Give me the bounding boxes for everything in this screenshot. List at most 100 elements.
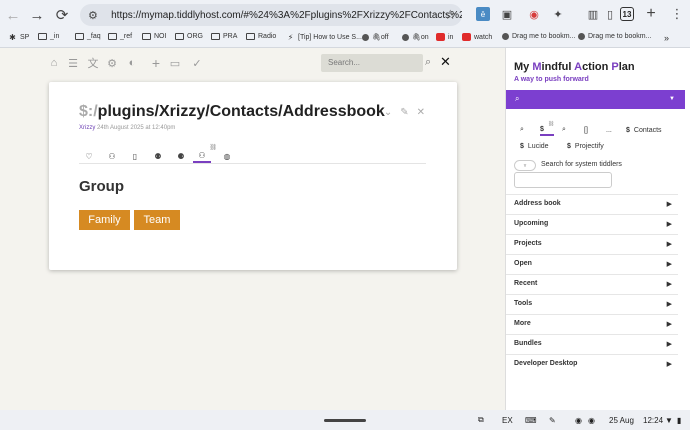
site-title: My Mindful Action Plan bbox=[514, 61, 635, 73]
tab-lucide[interactable]: $ Lucide bbox=[520, 140, 549, 152]
bookmark-folder[interactable]: _faq bbox=[75, 33, 101, 40]
accordion-projects[interactable]: Projects ▶ bbox=[506, 234, 678, 254]
check-circle-icon[interactable]: ✓ bbox=[190, 56, 204, 70]
home-icon[interactable]: ⌂ bbox=[47, 56, 61, 70]
bookmark-item[interactable]: ⚡ [Tip] How to Use S... bbox=[286, 33, 362, 42]
bookmark-item[interactable]: 🖇off bbox=[362, 33, 389, 41]
system-search-label: Search for system tiddlers bbox=[541, 161, 622, 168]
bookmark-folder[interactable]: Radio bbox=[246, 33, 276, 40]
accordion-tools[interactable]: Tools ▶ bbox=[506, 294, 678, 314]
github-icon bbox=[502, 33, 509, 40]
bookmark-item[interactable]: ✱ SP bbox=[8, 33, 29, 42]
back-arrow-icon[interactable]: ← bbox=[1, 3, 25, 27]
bookmark-item[interactable]: Drag me to bookm... bbox=[502, 33, 575, 40]
bookmark-folder[interactable]: _in bbox=[38, 33, 59, 40]
media-icon[interactable]: ◉ bbox=[588, 414, 595, 426]
ex-indicator[interactable]: EX bbox=[502, 414, 513, 426]
bookmark-folder[interactable]: NOI bbox=[142, 33, 166, 40]
tab-count-icon[interactable]: 13 bbox=[620, 7, 634, 21]
new-tiddler-plus-icon[interactable]: + bbox=[149, 55, 163, 71]
date-text[interactable]: 25 Aug bbox=[609, 414, 634, 426]
settings-gear-icon[interactable]: ⚙ bbox=[105, 56, 119, 70]
address-bar[interactable]: ⚙ https://mymap.tiddlyhost.com/#%24%3A%2… bbox=[80, 4, 462, 26]
bookmark-item[interactable]: 🖇on bbox=[402, 33, 429, 41]
tab-advanced-search[interactable]: ⌕ bbox=[562, 124, 566, 136]
accordion-more[interactable]: More ▶ bbox=[506, 314, 678, 334]
picture-in-picture-icon[interactable]: ▣ bbox=[500, 7, 514, 21]
tab-system[interactable]: $ ⛓ bbox=[540, 121, 555, 136]
tab-user-plus[interactable]: ⚈ bbox=[172, 150, 190, 163]
bookmark-item[interactable]: watch bbox=[462, 33, 492, 41]
table-of-contents-icon[interactable]: ☰ bbox=[66, 56, 80, 70]
tab-book[interactable]: ▯ bbox=[126, 150, 144, 163]
accordion-recent[interactable]: Recent ▶ bbox=[506, 274, 678, 294]
language-icon[interactable]: 文 bbox=[86, 56, 100, 70]
extension-red-icon[interactable]: ◉ bbox=[527, 7, 541, 21]
chevron-right-icon: ▶ bbox=[666, 321, 672, 328]
tab-globe[interactable]: ◍ bbox=[218, 150, 236, 163]
bookmark-folder[interactable]: _ref bbox=[108, 33, 132, 40]
dropdown-triangle-icon[interactable]: ▼ bbox=[669, 96, 675, 102]
tab-contacts[interactable]: $ Contacts bbox=[626, 124, 662, 136]
system-search-input[interactable] bbox=[514, 172, 612, 188]
battery-icon[interactable]: ▮ bbox=[677, 414, 681, 426]
accordion-bundles[interactable]: Bundles ▶ bbox=[506, 334, 678, 354]
split-view-icon[interactable]: ▯ bbox=[603, 7, 617, 21]
accordion-address-book[interactable]: Address book ▶ bbox=[506, 194, 678, 214]
time-text[interactable]: 12:24 bbox=[643, 414, 663, 426]
reading-list-icon[interactable]: ▥ bbox=[586, 7, 600, 21]
river-search-input[interactable]: Search... bbox=[321, 54, 423, 72]
stylus-pen-icon[interactable]: ✎ bbox=[549, 414, 556, 426]
new-tab-plus-icon[interactable]: + bbox=[644, 5, 658, 22]
bookmark-folder[interactable]: PRA bbox=[211, 33, 237, 40]
tab-user-edit[interactable]: ⚉ bbox=[149, 150, 167, 163]
window-switch-icon[interactable]: ⧉ bbox=[478, 414, 484, 426]
accordion-open[interactable]: Open ▶ bbox=[506, 254, 678, 274]
sidebar: My Mindful Action Plan A way to push for… bbox=[505, 48, 690, 410]
tag-team-button[interactable]: Team bbox=[134, 210, 180, 230]
site-subtitle: A way to push forward bbox=[514, 76, 589, 83]
tab-groups[interactable]: ⚇ ⛓ bbox=[193, 145, 217, 163]
tab-filter[interactable]: [] bbox=[584, 124, 588, 136]
extensions-puzzle-icon[interactable]: ✦ bbox=[551, 7, 565, 21]
site-info-icon[interactable]: ⚙ bbox=[88, 9, 103, 22]
search-options-toggle[interactable]: ▿ bbox=[514, 160, 536, 171]
link-icon: ⛓ bbox=[547, 121, 555, 127]
tag-family-button[interactable]: Family bbox=[79, 210, 130, 230]
close-all-icon[interactable]: ✕ bbox=[440, 54, 451, 70]
bookmark-star-icon[interactable]: ☆ bbox=[444, 7, 456, 23]
record-icon[interactable]: ◉ bbox=[575, 414, 582, 426]
more-chevron-down-icon[interactable]: ⌄ bbox=[384, 107, 392, 118]
contrast-icon[interactable]: ◐ bbox=[125, 56, 139, 70]
wifi-icon[interactable]: ▼ bbox=[665, 414, 673, 426]
forward-arrow-icon[interactable]: → bbox=[25, 3, 49, 27]
bookmark-folder[interactable]: ORG bbox=[175, 33, 203, 40]
url-text[interactable]: https://mymap.tiddlyhost.com/#%24%3A%2Fp… bbox=[111, 10, 462, 21]
edit-pencil-icon[interactable]: ✎ bbox=[400, 107, 408, 118]
tab-search[interactable]: ⌕ bbox=[520, 124, 524, 136]
system-taskbar: ⧉ EX ⌨ ✎ ◉ ◉ 25 Aug 12:24 ▼ ▮ bbox=[0, 410, 690, 430]
close-tiddler-icon[interactable]: ✕ bbox=[417, 107, 425, 118]
river-search-icon[interactable]: ⌕ bbox=[425, 56, 431, 69]
bookmark-item[interactable]: Drag me to bookm... bbox=[578, 33, 651, 40]
heart-icon: ♡ bbox=[85, 152, 93, 161]
tab-more[interactable]: ... bbox=[606, 124, 612, 136]
tab-projectify[interactable]: $ Projectify bbox=[567, 140, 604, 152]
journal-calendar-icon[interactable]: ▭ bbox=[168, 56, 182, 70]
accordion-upcoming[interactable]: Upcoming ▶ bbox=[506, 214, 678, 234]
extension-blue-icon[interactable]: ē bbox=[476, 7, 490, 21]
tab-person[interactable]: ⚇ bbox=[103, 150, 121, 163]
bookmark-item[interactable]: in bbox=[436, 33, 453, 41]
keyboard-icon[interactable]: ⌨ bbox=[525, 414, 537, 426]
folder-icon bbox=[38, 33, 47, 40]
tab-favorites[interactable]: ♡ bbox=[80, 150, 98, 163]
more-bookmarks-icon[interactable]: » bbox=[664, 33, 669, 43]
reload-icon[interactable]: ⟳ bbox=[50, 3, 74, 27]
accordion-developer-desktop[interactable]: Developer Desktop ▶ bbox=[506, 354, 678, 374]
users-icon: ⚇ bbox=[198, 151, 206, 160]
sidebar-search-bar[interactable]: ⌕ ▼ bbox=[506, 90, 685, 109]
search-icon: ⌕ bbox=[520, 126, 524, 133]
home-handle[interactable] bbox=[324, 419, 366, 422]
browser-menu-icon[interactable]: ⋮ bbox=[670, 6, 684, 21]
chevron-right-icon: ▶ bbox=[666, 361, 672, 368]
